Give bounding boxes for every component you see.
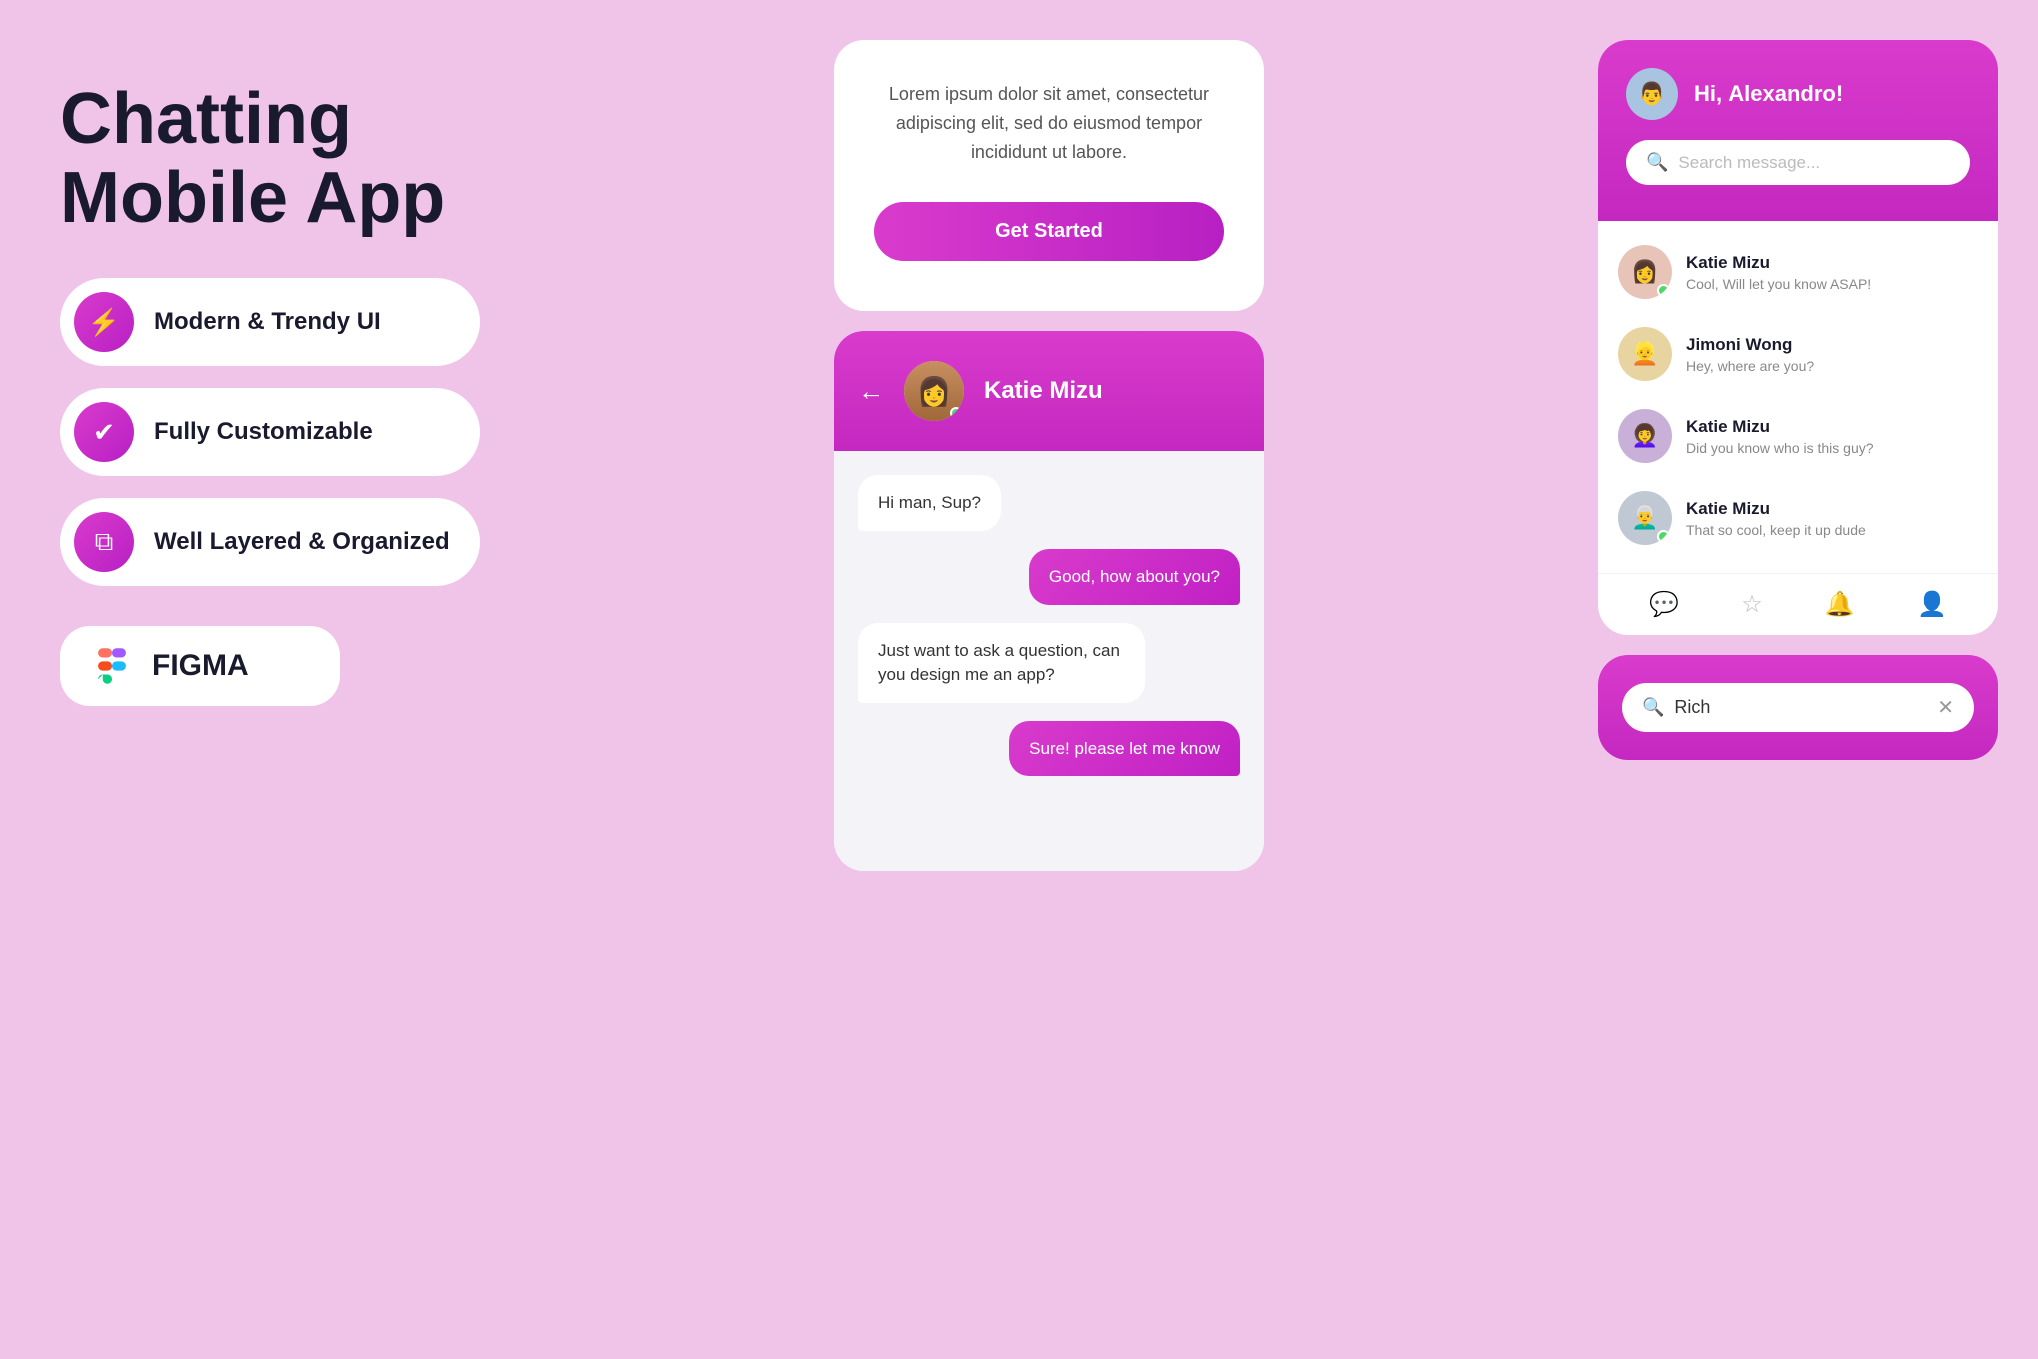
figma-badge: FIGMA: [60, 626, 340, 706]
features-list: ⚡ Modern & Trendy UI ✔ Fully Customizabl…: [60, 278, 480, 586]
feature-trendy: ⚡ Modern & Trendy UI: [60, 278, 480, 366]
contact-avatar-3: 👩‍🦱: [1618, 409, 1672, 463]
feature-layered-label: Well Layered & Organized: [154, 528, 450, 556]
search-clear-button[interactable]: ✕: [1937, 695, 1954, 720]
feature-customizable-label: Fully Customizable: [154, 418, 373, 446]
contact-avatar-2: 👱: [1618, 327, 1672, 381]
feature-customizable: ✔ Fully Customizable: [60, 388, 480, 476]
chat-header: ← 👩 Katie Mizu: [834, 331, 1264, 451]
message-sent-2: Sure! please let me know: [1009, 721, 1240, 777]
contact-info-1: Katie Mizu Cool, Will let you know ASAP!: [1686, 253, 1978, 292]
message-sent-1: Good, how about you?: [1029, 549, 1240, 605]
contact-msg-1: Cool, Will let you know ASAP!: [1686, 276, 1978, 292]
contact-msg-4: That so cool, keep it up dude: [1686, 522, 1978, 538]
chat-contact-avatar: 👩: [904, 361, 964, 421]
search-bar[interactable]: 🔍 Search message...: [1626, 140, 1970, 185]
search-input-field[interactable]: 🔍 Rich ✕: [1622, 683, 1974, 732]
back-button[interactable]: ←: [858, 376, 884, 407]
layers-icon: ⧉: [74, 512, 134, 572]
greeting-row: 👨 Hi, Alexandro!: [1626, 68, 1970, 120]
figma-label: FIGMA: [152, 649, 249, 683]
middle-panel: Lorem ipsum dolor sit amet, consectetur …: [540, 40, 1558, 871]
chat-contact-name: Katie Mizu: [984, 377, 1103, 405]
chat-screen: ← 👩 Katie Mizu Hi man, Sup? Good, how ab…: [834, 331, 1264, 871]
feature-trendy-label: Modern & Trendy UI: [154, 308, 381, 336]
contact-avatar-4: 👨‍🦳: [1618, 491, 1672, 545]
nav-bell-icon[interactable]: 🔔: [1825, 590, 1855, 619]
onboarding-card: Lorem ipsum dolor sit amet, consectetur …: [834, 40, 1264, 311]
chat-list-body: 👩 Katie Mizu Cool, Will let you know ASA…: [1598, 221, 1998, 573]
contact-info-2: Jimoni Wong Hey, where are you?: [1686, 335, 1978, 374]
contact-avatar-1: 👩: [1618, 245, 1672, 299]
list-item[interactable]: 👩 Katie Mizu Cool, Will let you know ASA…: [1598, 231, 1998, 313]
right-panel: 👨 Hi, Alexandro! 🔍 Search message... 👩 K…: [1598, 40, 1998, 760]
title-line1: Chatting: [60, 80, 480, 159]
check-icon: ✔: [74, 402, 134, 462]
search-input-value: Rich: [1674, 697, 1710, 718]
search-active-bar: 🔍 Rich ✕: [1598, 655, 1998, 760]
search-active-icon: 🔍: [1642, 697, 1664, 718]
online-indicator: [950, 407, 962, 419]
chat-messages: Hi man, Sup? Good, how about you? Just w…: [834, 451, 1264, 871]
search-screen: 🔍 Rich ✕: [1598, 655, 1998, 760]
get-started-button[interactable]: Get Started: [874, 202, 1224, 261]
nav-star-icon[interactable]: ☆: [1741, 590, 1763, 619]
contact-msg-3: Did you know who is this guy?: [1686, 440, 1978, 456]
feature-layered: ⧉ Well Layered & Organized: [60, 498, 480, 586]
list-item[interactable]: 👩‍🦱 Katie Mizu Did you know who is this …: [1598, 395, 1998, 477]
contact-name-4: Katie Mizu: [1686, 499, 1978, 519]
contact-info-3: Katie Mizu Did you know who is this guy?: [1686, 417, 1978, 456]
greeting-text: Hi, Alexandro!: [1694, 81, 1843, 107]
bottom-nav: 💬 ☆ 🔔 👤: [1598, 573, 1998, 635]
contact-name-3: Katie Mizu: [1686, 417, 1978, 437]
nav-profile-icon[interactable]: 👤: [1917, 590, 1947, 619]
search-icon: 🔍: [1646, 152, 1668, 173]
nav-chat-icon[interactable]: 💬: [1649, 590, 1679, 619]
user-avatar: 👨: [1626, 68, 1678, 120]
contact-name-2: Jimoni Wong: [1686, 335, 1978, 355]
search-placeholder: Search message...: [1678, 153, 1820, 173]
left-panel: Chatting Mobile App ⚡ Modern & Trendy UI…: [40, 40, 500, 746]
onboarding-body: Lorem ipsum dolor sit amet, consectetur …: [874, 80, 1224, 166]
contact-name-1: Katie Mizu: [1686, 253, 1978, 273]
contact-msg-2: Hey, where are you?: [1686, 358, 1978, 374]
figma-logo-icon: [90, 644, 134, 688]
app-title: Chatting Mobile App: [60, 80, 480, 238]
chat-list-screen: 👨 Hi, Alexandro! 🔍 Search message... 👩 K…: [1598, 40, 1998, 635]
lightning-icon: ⚡: [74, 292, 134, 352]
list-item[interactable]: 👱 Jimoni Wong Hey, where are you?: [1598, 313, 1998, 395]
message-received-2: Just want to ask a question, can you des…: [858, 623, 1145, 703]
chat-list-header: 👨 Hi, Alexandro! 🔍 Search message...: [1598, 40, 1998, 221]
contact-info-4: Katie Mizu That so cool, keep it up dude: [1686, 499, 1978, 538]
title-line2: Mobile App: [60, 159, 480, 238]
list-item[interactable]: 👨‍🦳 Katie Mizu That so cool, keep it up …: [1598, 477, 1998, 559]
message-received-1: Hi man, Sup?: [858, 475, 1001, 531]
